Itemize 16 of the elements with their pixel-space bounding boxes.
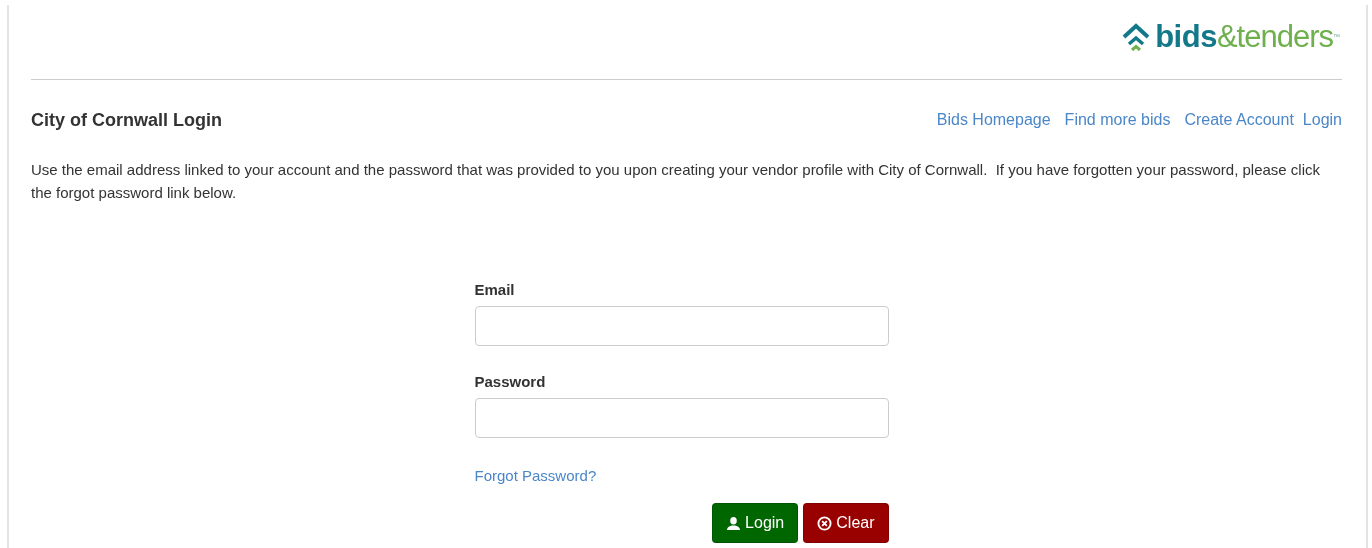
login-button[interactable]: Login <box>712 503 799 543</box>
email-field[interactable] <box>474 306 889 346</box>
instructions-text: Use the email address linked to your account and the password that was provided to you upon creating your vendor profile with City of Cornwall. If you have forgotten your password, please click the forgot password link below. <box>31 160 1322 203</box>
field-label: Email <box>474 281 516 298</box>
page-title: City of Cornwall Login <box>31 109 222 131</box>
forgot-password-link[interactable]: Forgot Password? <box>474 467 597 484</box>
nav-link[interactable]: Find more bids <box>1064 111 1171 129</box>
nav-link[interactable]: Bids Homepage <box>936 111 1051 129</box>
field-label: Password <box>474 373 547 390</box>
user-icon <box>726 515 742 531</box>
password-field[interactable] <box>474 398 889 438</box>
nav-link[interactable]: Login <box>1302 111 1342 129</box>
nav-link[interactable]: Create Account <box>1184 111 1294 129</box>
clear-button[interactable]: Clear <box>803 503 889 543</box>
chevrons-up-icon <box>1121 23 1152 51</box>
close-circle-icon <box>817 515 833 531</box>
